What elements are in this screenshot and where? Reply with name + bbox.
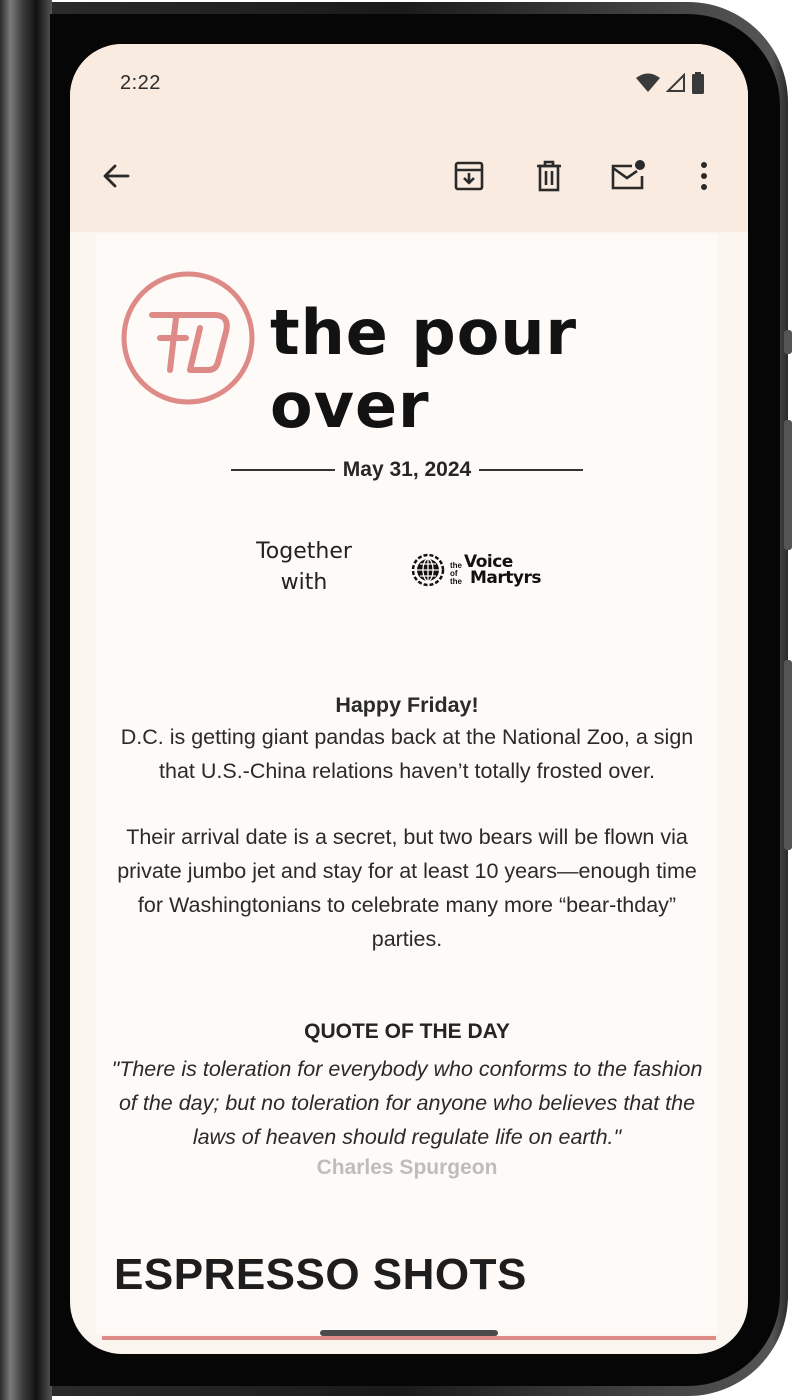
volume-button [784, 420, 792, 550]
mail-unread-icon [610, 159, 646, 197]
archive-button[interactable] [445, 154, 493, 202]
trash-icon [535, 160, 563, 197]
device-hinge [0, 0, 52, 1400]
battery-icon [692, 72, 704, 99]
divider [479, 469, 584, 471]
issue-date-row: May 31, 2024 [96, 458, 718, 482]
quote-text: "There is toleration for everybody who c… [111, 1057, 703, 1149]
email-toolbar [70, 124, 748, 232]
power-button [784, 660, 792, 850]
sponsor-wordmark-small2: of the [450, 569, 462, 586]
issue-date: May 31, 2024 [342, 458, 472, 481]
section-divider [102, 1336, 716, 1340]
sponsor-label-line2: with [280, 570, 328, 595]
back-button[interactable] [92, 154, 140, 202]
newsletter-logo: the pour over [120, 270, 720, 442]
section-heading: ESPRESSO SHOTS [114, 1250, 527, 1299]
screen: 2:22 the pour over May 31, 2024 Together… [70, 44, 748, 1354]
arrow-left-icon [101, 161, 131, 196]
newsletter-name: the pour over [270, 296, 578, 442]
gesture-navigation-bar[interactable] [320, 1330, 498, 1336]
status-time: 2:22 [120, 72, 161, 94]
status-bar: 2:22 [70, 44, 748, 124]
globe-icon [411, 553, 445, 587]
sponsor-wordmark: the Voice of the Martyrs [450, 554, 541, 588]
mark-unread-button[interactable] [604, 154, 652, 202]
sponsor-label: Together with [248, 536, 360, 598]
archive-icon [454, 160, 484, 197]
status-icons [636, 72, 704, 99]
pour-over-logo-icon [121, 271, 255, 405]
delete-button[interactable] [525, 154, 573, 202]
quote-heading: QUOTE OF THE DAY [304, 1020, 510, 1043]
phone-device: 2:22 the pour over May 31, 2024 Together… [0, 0, 794, 1400]
cell-signal-icon [665, 72, 686, 98]
divider [230, 469, 335, 471]
more-vert-icon [699, 161, 709, 196]
intro-paragraph: D.C. is getting giant pandas back at the… [120, 725, 694, 783]
more-options-button[interactable] [680, 154, 728, 202]
wifi-icon [636, 73, 660, 98]
panda-paragraph: Their arrival date is a secret, but two … [117, 825, 697, 951]
side-button [784, 330, 792, 354]
sponsor-logo[interactable]: the Voice of the Martyrs [410, 552, 541, 588]
sponsor-wordmark-big2: Martyrs [470, 568, 541, 588]
email-content: the pour over May 31, 2024 Together with [96, 234, 720, 1340]
greeting: Happy Friday! [335, 693, 479, 717]
sponsor-label-line1: Together [256, 539, 352, 564]
quote-author: Charles Spurgeon [316, 1156, 498, 1179]
